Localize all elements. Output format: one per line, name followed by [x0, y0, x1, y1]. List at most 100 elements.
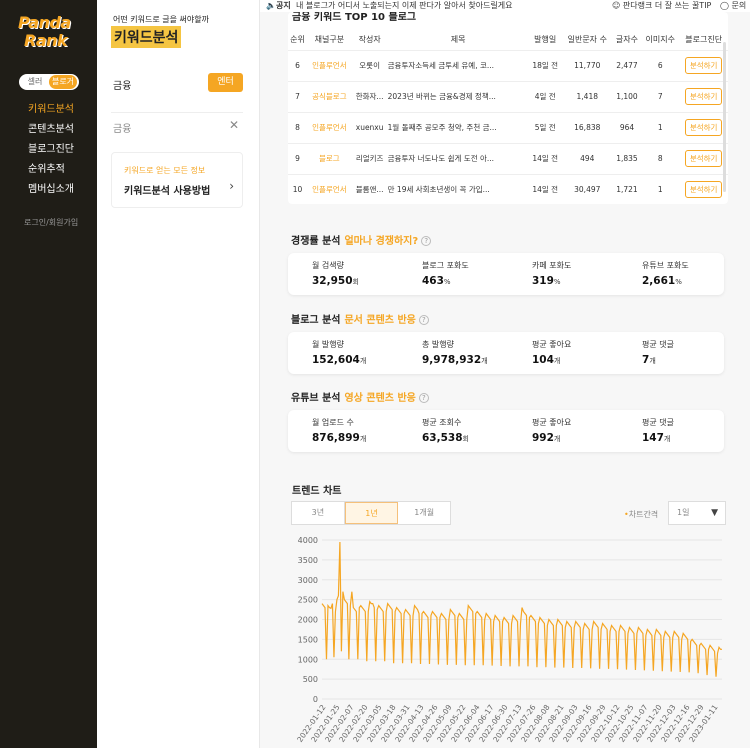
cell-diagnosis: 분석하기: [679, 174, 728, 204]
trend-title: 트렌드 차트: [292, 486, 342, 497]
stat-label: 유튜브 포화도: [642, 261, 689, 270]
analyze-button[interactable]: 분석하기: [684, 57, 723, 74]
help-icon[interactable]: ?: [418, 315, 429, 325]
cell-channel: 인플루언서: [307, 112, 352, 144]
main-content: 금융 키워드 TOP 10 블로그 순위 채널구분 작성자 제목 발행일 일반문…: [260, 12, 750, 748]
nav-rank-tracking[interactable]: 순위추적: [28, 160, 74, 180]
stat-item: 유튜브 포화도 2,661%: [642, 260, 742, 287]
range-1m[interactable]: 1개월: [398, 502, 450, 524]
stat-label: 평균 댓글: [642, 418, 674, 427]
cell-words: 964: [612, 112, 642, 144]
stat-item: 평균 좋아요 992개: [532, 417, 632, 444]
enter-button[interactable]: 엔터: [208, 73, 243, 92]
cell-chars: 1,418: [561, 81, 613, 113]
analyze-button[interactable]: 분석하기: [684, 88, 723, 105]
stat-value: 2,661%: [642, 275, 682, 287]
cell-images: 7: [641, 81, 680, 113]
stat-label: 평균 조회수: [422, 418, 462, 427]
chevron-right-icon: ›: [229, 179, 234, 193]
range-buttons: 3년 1년 1개월: [291, 501, 451, 525]
stat-value: 9,978,932개: [422, 354, 488, 366]
stat-label: 평균 좋아요: [532, 418, 572, 427]
cell-date: 14일 전: [528, 174, 562, 204]
stat-item: 평균 조회수 63,538회: [422, 417, 522, 444]
col-words: 글자수: [612, 30, 642, 51]
help-icon[interactable]: ?: [418, 393, 429, 403]
card-title: 키워드분석 사용방법: [124, 186, 211, 197]
clear-icon[interactable]: ✕: [229, 118, 239, 132]
range-3y[interactable]: 3년: [292, 502, 345, 524]
y-tick-label: 3000: [298, 576, 318, 585]
keyword-search-input[interactable]: [113, 120, 243, 134]
competition-stats: 월 검색량 32,950회 블로그 포화도 463% 카페 포화도 319% 유튜브 포화도…: [288, 253, 724, 295]
nav-blog-diagnosis[interactable]: 블로그진단: [28, 140, 74, 160]
nav-content-analysis[interactable]: 콘텐츠분석: [28, 120, 74, 140]
analyze-button[interactable]: 분석하기: [684, 181, 723, 198]
table-row: 6 인플루언서 오롯이 금융투자소득세 금투세 유예, 코... 18일 전 11,770…: [288, 50, 728, 82]
cell-rank: 9: [288, 143, 308, 175]
stat-value: 104개: [532, 354, 561, 366]
cell-date: 4일 전: [528, 81, 562, 113]
seller-blogger-toggle[interactable]: 셀러 블로거: [19, 74, 79, 90]
cell-chars: 30,497: [561, 174, 613, 204]
cell-title[interactable]: 2023년 바뀌는 금융&경제 정책...: [387, 81, 529, 113]
y-tick-label: 4000: [298, 536, 318, 545]
col-chars: 일반문자 수: [561, 30, 613, 51]
analyze-button[interactable]: 분석하기: [684, 150, 723, 167]
competition-title: 경쟁률 분석 얼마나 경쟁하지??: [291, 232, 432, 247]
tip-link[interactable]: ☺ 판다랭크 더 잘 쓰는 꿀TIP: [612, 0, 711, 11]
panda-rank-logo[interactable]: Panda Rank: [18, 14, 80, 54]
cell-words: 1,835: [612, 143, 642, 175]
cell-title[interactable]: 1월 돌째주 공모주 청약, 주천 금...: [387, 112, 529, 144]
toggle-blogger[interactable]: 블로거: [49, 75, 77, 89]
cell-title[interactable]: 만 19세 사회초년생이 꼭 가입...: [387, 174, 529, 204]
stat-value: 319%: [532, 275, 561, 287]
cell-diagnosis: 분석하기: [679, 81, 728, 113]
stat-item: 월 검색량 32,950회: [312, 260, 412, 287]
cell-title[interactable]: 금융투자소득세 금투세 유예, 코...: [387, 50, 529, 82]
toggle-seller[interactable]: 셀러: [21, 75, 49, 89]
analyze-button[interactable]: 분석하기: [684, 119, 723, 136]
stat-value: 463%: [422, 275, 451, 287]
stat-label: 총 발행량: [422, 340, 454, 349]
nav-membership[interactable]: 멤버십소개: [28, 180, 74, 200]
table-row: 7 공식블로그 한화자... 2023년 바뀌는 금융&경제 정책... 4일 전 1,4…: [288, 81, 728, 113]
cell-rank: 6: [288, 50, 308, 82]
table-scrollbar[interactable]: [723, 42, 726, 192]
notice-text[interactable]: 내 블로그가 어디서 노출되는지 이제 판다가 알아서 찾아드릴게요: [296, 0, 513, 11]
range-1y[interactable]: 1년: [344, 502, 399, 524]
col-date: 발행일: [528, 30, 562, 51]
series-line: [321, 541, 722, 677]
stat-item: 평균 좋아요 104개: [532, 339, 632, 366]
top10-title: 금융 키워드 TOP 10 블로그: [292, 12, 417, 23]
cell-channel: 인플루언서: [307, 174, 352, 204]
cell-rank: 7: [288, 81, 308, 113]
login-link[interactable]: 로그인/회원가입: [24, 217, 78, 228]
help-icon[interactable]: ?: [421, 236, 432, 246]
col-title: 제목: [387, 30, 529, 51]
stat-item: 평균 댓글 7개: [642, 339, 742, 366]
notice-label: 🔈공지: [266, 1, 291, 10]
y-tick-label: 0: [313, 695, 318, 704]
stat-label: 블로그 포화도: [422, 261, 469, 270]
interval-select[interactable]: 1일 ▼: [668, 501, 726, 525]
cell-author: 리얼키즈: [351, 143, 388, 175]
cell-chars: 11,770: [561, 50, 613, 82]
stat-item: 평균 댓글 147개: [642, 417, 742, 444]
cell-words: 1,100: [612, 81, 642, 113]
panel-subtitle: 어떤 키워드로 글을 써야할까: [113, 15, 209, 24]
stat-value: 63,538회: [422, 432, 469, 444]
nav-keyword-analysis[interactable]: 키워드분석: [28, 100, 74, 120]
how-to-card[interactable]: 키워드로 얻는 모든 정보 키워드분석 사용방법 ›: [111, 152, 243, 208]
stat-label: 월 검색량: [312, 261, 344, 270]
top10-table-card: 금융 키워드 TOP 10 블로그 순위 채널구분 작성자 제목 발행일 일반문…: [288, 12, 728, 204]
main-nav: 키워드분석 콘텐츠분석 블로그진단 순위추적 멤버십소개: [28, 100, 74, 200]
stat-label: 평균 댓글: [642, 340, 674, 349]
stat-value: 152,604개: [312, 354, 367, 366]
cell-images: 8: [641, 143, 680, 175]
table-row: 10 인플루언서 블롬앤... 만 19세 사회초년생이 꼭 가입... 14일 전 30…: [288, 174, 728, 204]
keyword-panel: 어떤 키워드로 글을 써야할까 키워드분석 금융 엔터 ✕ 키워드로 얻는 모든…: [97, 0, 260, 748]
trend-chart: 050010001500200025003000350040002022-01-…: [295, 536, 722, 744]
stat-label: 월 발행량: [312, 340, 344, 349]
cell-title[interactable]: 금융투자 너도나도 쉽게 도전 아...: [387, 143, 529, 175]
